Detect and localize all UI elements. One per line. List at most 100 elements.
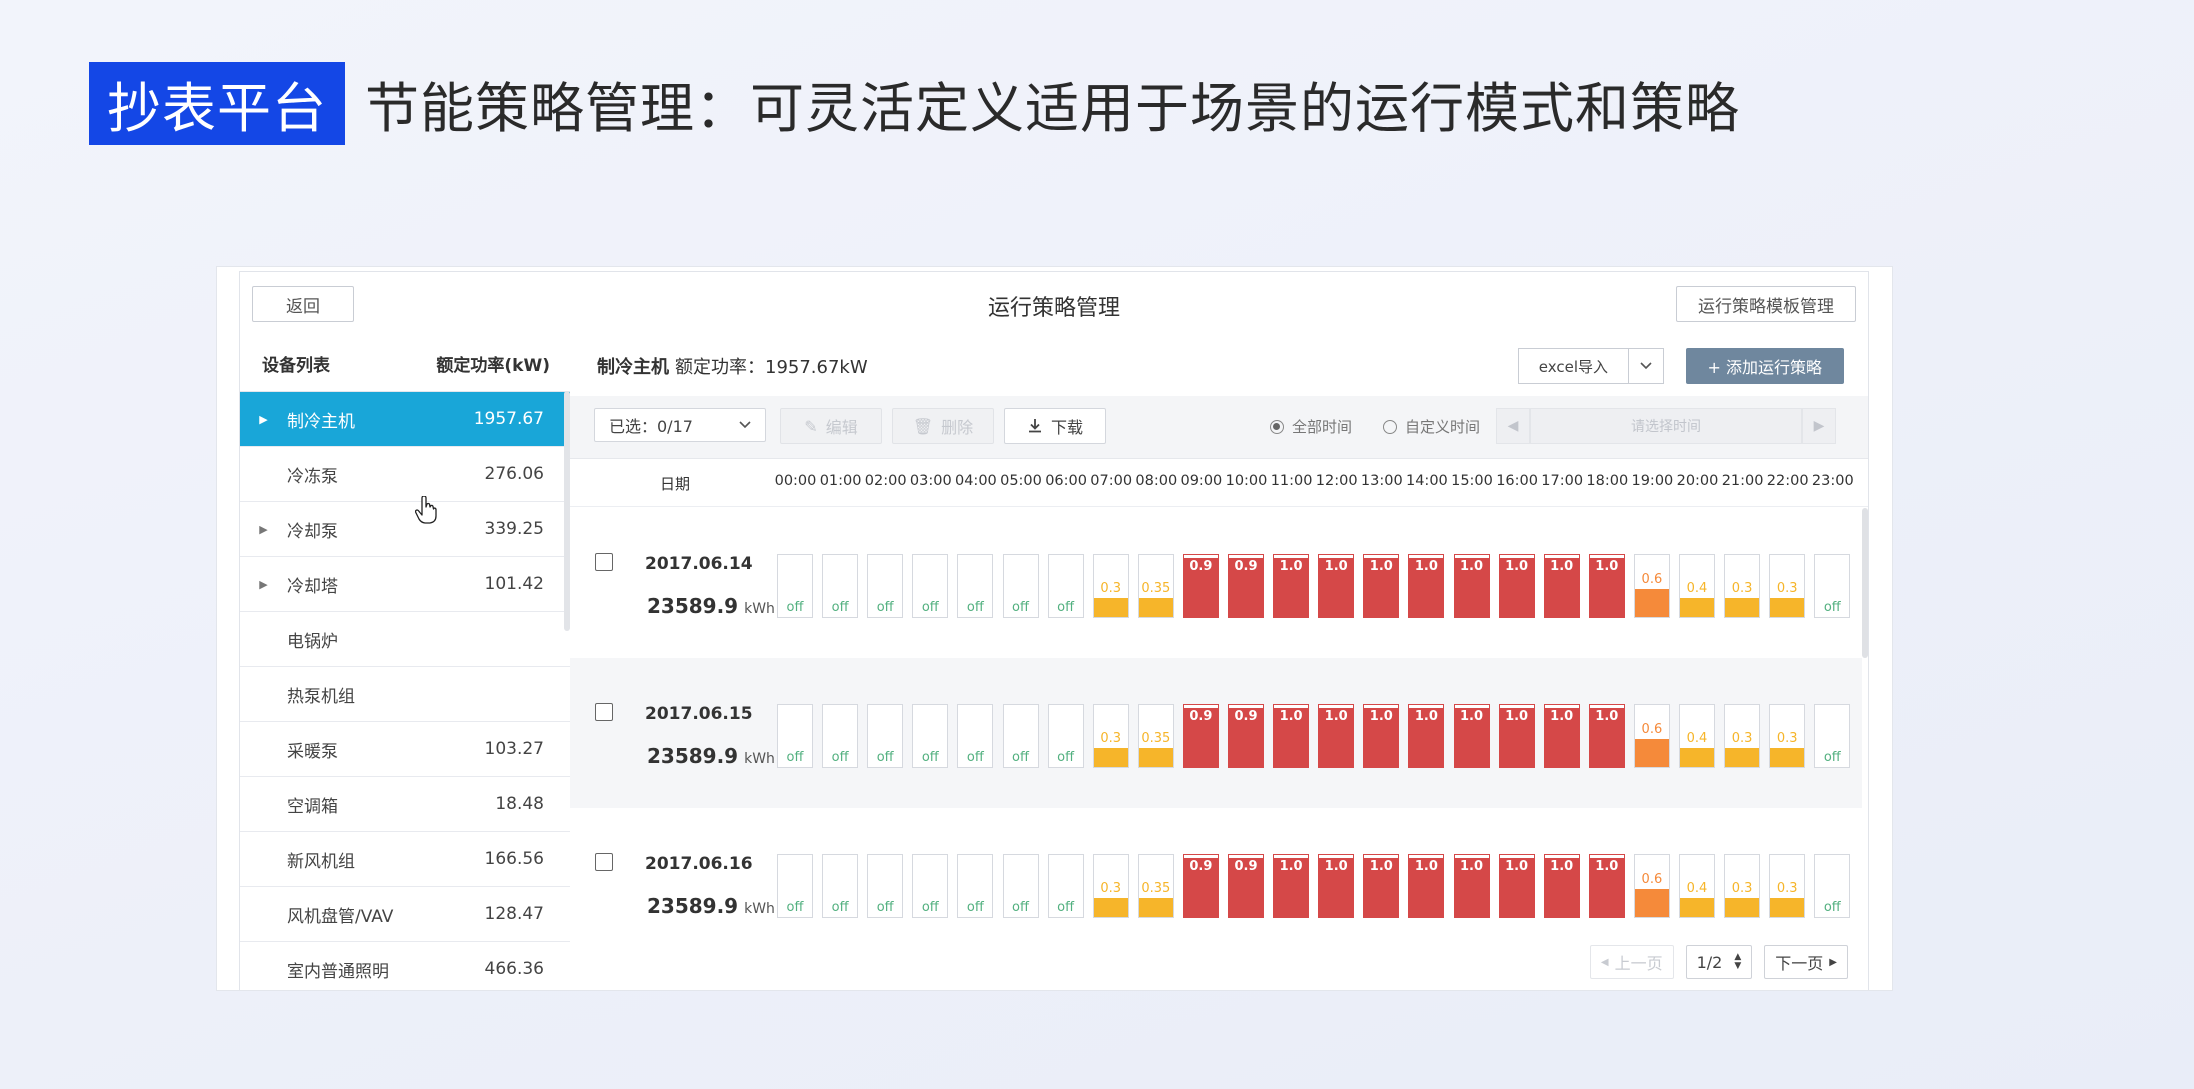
hour-load-cell[interactable]: off	[912, 704, 949, 768]
expand-arrow-icon[interactable]: ▶	[240, 523, 287, 536]
hour-load-cell[interactable]: off	[822, 554, 859, 618]
sidebar-item[interactable]: ▶ 冷却塔 101.42	[240, 557, 570, 612]
chevron-down-icon[interactable]	[1629, 348, 1664, 384]
custom-time-radio[interactable]: 自定义时间	[1383, 416, 1480, 437]
hour-load-cell[interactable]: 1.0	[1543, 854, 1580, 918]
hour-load-cell[interactable]: 1.0	[1363, 704, 1400, 768]
hour-load-cell[interactable]: off	[1814, 704, 1851, 768]
hour-load-cell[interactable]: 0.3	[1769, 854, 1806, 918]
sidebar-item[interactable]: 室内普通照明 466.36	[240, 942, 570, 990]
hour-load-cell[interactable]: 0.9	[1182, 854, 1219, 918]
prev-page-button[interactable]: ◀ 上一页	[1589, 945, 1674, 979]
hour-load-cell[interactable]: 0.9	[1228, 854, 1264, 918]
hour-load-cell[interactable]: off	[912, 854, 949, 918]
hour-load-cell[interactable]: 1.0	[1498, 554, 1535, 618]
hour-load-cell[interactable]: 0.3	[1724, 704, 1761, 768]
sidebar-item[interactable]: 风机盘管/VAV 128.47	[240, 887, 570, 942]
hour-load-cell[interactable]: off	[1002, 554, 1039, 618]
hour-load-cell[interactable]: 1.0	[1318, 704, 1355, 768]
next-page-button[interactable]: 下一页 ▶	[1764, 945, 1848, 979]
hour-load-cell[interactable]: 1.0	[1408, 854, 1445, 918]
hour-load-cell[interactable]: 1.0	[1408, 554, 1445, 618]
hour-load-cell[interactable]: 1.0	[1498, 854, 1535, 918]
hour-load-cell[interactable]: 0.9	[1228, 704, 1264, 768]
excel-import-button[interactable]: excel导入	[1517, 348, 1629, 384]
template-management-button[interactable]: 运行策略模板管理	[1676, 286, 1856, 322]
sidebar-item[interactable]: 电锅炉	[240, 612, 570, 667]
hour-load-cell[interactable]: off	[912, 554, 949, 618]
hour-load-cell[interactable]: 0.3	[1092, 554, 1129, 618]
hour-load-cell[interactable]: off	[777, 854, 813, 918]
row-checkbox[interactable]	[595, 853, 613, 871]
row-checkbox[interactable]	[595, 703, 613, 721]
hour-load-cell[interactable]: off	[1047, 854, 1084, 918]
hour-load-cell[interactable]: 1.0	[1588, 704, 1625, 768]
hour-load-cell[interactable]: 1.0	[1273, 554, 1310, 618]
sidebar-item[interactable]: 热泵机组	[240, 667, 570, 722]
hour-load-cell[interactable]: off	[1002, 704, 1039, 768]
hour-load-cell[interactable]: 0.9	[1182, 704, 1219, 768]
hour-load-cell[interactable]: off	[1047, 554, 1084, 618]
hour-load-cell[interactable]: 0.9	[1228, 554, 1264, 618]
hour-load-cell[interactable]: 1.0	[1543, 704, 1580, 768]
edit-button[interactable]: ✎ 编辑	[780, 408, 882, 444]
hour-load-cell[interactable]: off	[1814, 554, 1851, 618]
hour-load-cell[interactable]: off	[957, 704, 994, 768]
hour-load-cell[interactable]: off	[777, 704, 813, 768]
hour-load-cell[interactable]: off	[1814, 854, 1851, 918]
hour-load-cell[interactable]: 0.6	[1633, 854, 1670, 918]
hour-load-cell[interactable]: 0.3	[1092, 854, 1129, 918]
hour-load-cell[interactable]: 1.0	[1453, 554, 1490, 618]
hour-load-cell[interactable]: 1.0	[1363, 554, 1400, 618]
hour-load-cell[interactable]: 1.0	[1273, 854, 1310, 918]
sidebar-item[interactable]: ▶ 制冷主机 1957.67	[240, 392, 570, 447]
row-checkbox[interactable]	[595, 553, 613, 571]
hour-load-cell[interactable]: 1.0	[1363, 854, 1400, 918]
sidebar-item[interactable]: 新风机组 166.56	[240, 832, 570, 887]
sidebar-item[interactable]: ▶ 冷却泵 339.25	[240, 502, 570, 557]
hour-load-cell[interactable]: 1.0	[1543, 554, 1580, 618]
hour-load-cell[interactable]: off	[822, 854, 859, 918]
page-selector[interactable]: 1/2 ▲ ▼	[1685, 945, 1753, 979]
hour-load-cell[interactable]: 0.6	[1633, 554, 1670, 618]
hour-load-cell[interactable]: 0.4	[1679, 554, 1715, 618]
hour-load-cell[interactable]: 0.3	[1769, 554, 1806, 618]
hour-load-cell[interactable]: off	[1002, 854, 1039, 918]
next-time-icon[interactable]: ▶	[1802, 408, 1836, 444]
hour-load-cell[interactable]: 1.0	[1273, 704, 1310, 768]
sidebar-item[interactable]: 冷冻泵 276.06	[240, 447, 570, 502]
hour-load-cell[interactable]: off	[867, 554, 904, 618]
download-button[interactable]: 下载	[1004, 408, 1106, 444]
prev-time-icon[interactable]: ◀	[1496, 408, 1530, 444]
hour-load-cell[interactable]: 0.3	[1092, 704, 1129, 768]
sidebar-item[interactable]: 空调箱 18.48	[240, 777, 570, 832]
hour-load-cell[interactable]: off	[1047, 704, 1084, 768]
hour-load-cell[interactable]: 0.4	[1679, 704, 1715, 768]
hour-load-cell[interactable]: 0.4	[1679, 854, 1715, 918]
hour-load-cell[interactable]: 0.35	[1137, 554, 1174, 618]
hour-load-cell[interactable]: 1.0	[1588, 854, 1625, 918]
hour-load-cell[interactable]: 0.35	[1137, 854, 1174, 918]
hour-load-cell[interactable]: off	[867, 704, 904, 768]
hour-load-cell[interactable]: off	[822, 704, 859, 768]
selection-dropdown[interactable]: 已选：0/17	[594, 408, 766, 442]
expand-arrow-icon[interactable]: ▶	[240, 578, 287, 591]
hour-load-cell[interactable]: 0.35	[1137, 704, 1174, 768]
hour-load-cell[interactable]: 0.3	[1724, 854, 1761, 918]
add-strategy-button[interactable]: + 添加运行策略	[1685, 348, 1844, 384]
hour-load-cell[interactable]: 1.0	[1408, 704, 1445, 768]
all-time-radio[interactable]: 全部时间	[1270, 416, 1352, 437]
hour-load-cell[interactable]: off	[957, 554, 994, 618]
hour-load-cell[interactable]: 0.3	[1724, 554, 1761, 618]
hour-load-cell[interactable]: off	[867, 854, 904, 918]
grid-scrollbar[interactable]	[1862, 508, 1868, 658]
hour-load-cell[interactable]: 1.0	[1318, 854, 1355, 918]
hour-load-cell[interactable]: 1.0	[1453, 704, 1490, 768]
hour-load-cell[interactable]: off	[957, 854, 994, 918]
time-picker-input[interactable]: 请选择时间	[1530, 408, 1802, 444]
expand-arrow-icon[interactable]: ▶	[240, 413, 287, 426]
hour-load-cell[interactable]: 0.3	[1769, 704, 1806, 768]
hour-load-cell[interactable]: 1.0	[1318, 554, 1355, 618]
delete-button[interactable]: 🗑 删除	[892, 408, 994, 444]
hour-load-cell[interactable]: 1.0	[1453, 854, 1490, 918]
